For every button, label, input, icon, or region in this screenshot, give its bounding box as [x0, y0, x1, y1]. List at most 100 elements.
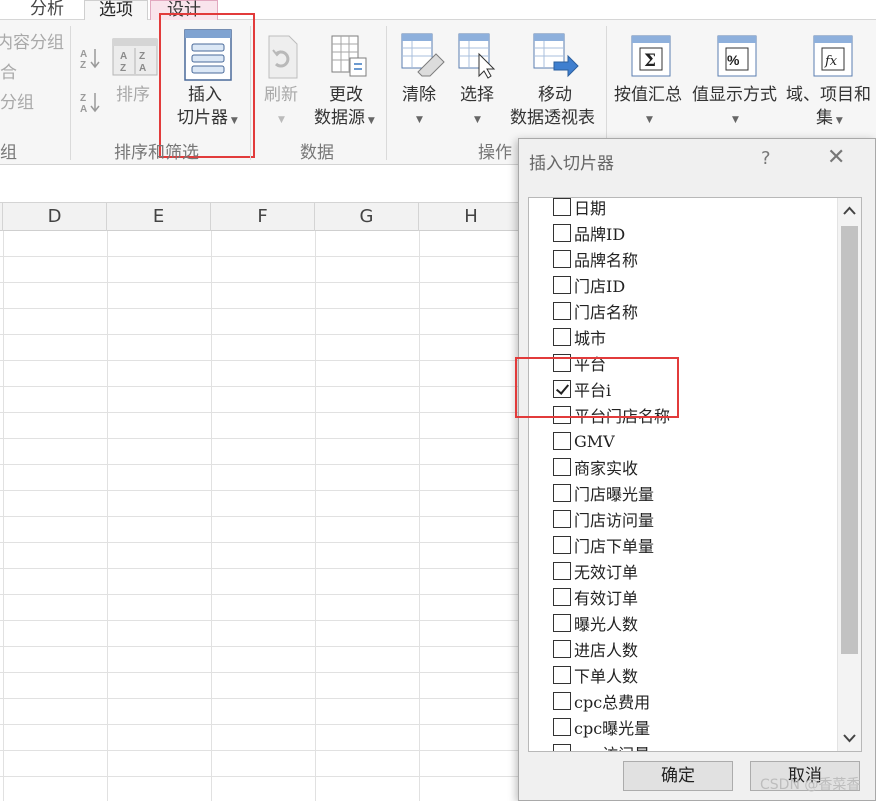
- checkbox[interactable]: [553, 302, 571, 320]
- checkbox[interactable]: [553, 744, 571, 751]
- scroll-down-icon[interactable]: [838, 727, 861, 749]
- fields-items-sets-label-1[interactable]: 域、项目和: [786, 84, 871, 107]
- checkbox[interactable]: [553, 432, 571, 450]
- field-item[interactable]: 商家实收: [553, 454, 638, 480]
- field-item[interactable]: 城市: [553, 324, 606, 350]
- checkbox[interactable]: [553, 484, 571, 502]
- checkbox[interactable]: [553, 614, 571, 632]
- ok-button[interactable]: 确定: [623, 761, 733, 791]
- field-item[interactable]: 门店ID: [553, 272, 625, 298]
- worksheet-grid[interactable]: [0, 231, 520, 801]
- field-label: 曝光人数: [574, 615, 639, 634]
- checkbox[interactable]: [553, 718, 571, 736]
- checkbox[interactable]: [553, 250, 571, 268]
- column-header-e[interactable]: E: [107, 203, 211, 231]
- field-item[interactable]: 门店名称: [553, 298, 638, 324]
- checkbox[interactable]: [553, 536, 571, 554]
- column-header-h[interactable]: H: [419, 203, 523, 231]
- field-item[interactable]: GMV: [553, 428, 615, 454]
- svg-text:Z: Z: [139, 51, 145, 62]
- clear-button-label[interactable]: 清除: [402, 84, 436, 107]
- ungroup-button[interactable]: 分组: [0, 92, 34, 115]
- svg-text:%: %: [727, 52, 740, 68]
- tab-analyze[interactable]: 分析: [18, 0, 76, 21]
- dialog-title: 插入切片器: [529, 154, 614, 174]
- checkbox[interactable]: [553, 458, 571, 476]
- checkbox[interactable]: [553, 510, 571, 528]
- checkbox[interactable]: [553, 224, 571, 242]
- checkbox[interactable]: [553, 692, 571, 710]
- scroll-up-icon[interactable]: [838, 200, 861, 222]
- field-item[interactable]: 曝光人数: [553, 610, 638, 636]
- field-item[interactable]: 门店下单量: [553, 532, 654, 558]
- field-item[interactable]: 日期: [553, 198, 606, 220]
- ribbon-tab-bar: 分析 选项 设计: [0, 0, 876, 21]
- svg-text:fx: fx: [824, 54, 838, 69]
- group-selection-button[interactable]: 合: [0, 62, 17, 85]
- field-label: 品牌ID: [574, 225, 626, 244]
- select-icon[interactable]: [457, 32, 499, 80]
- change-source-label-1[interactable]: 更改: [329, 84, 363, 107]
- checkbox[interactable]: [553, 198, 571, 216]
- field-item[interactable]: cpc曝光量: [553, 714, 650, 740]
- field-item[interactable]: 无效订单: [553, 558, 638, 584]
- change-data-source-icon[interactable]: [330, 34, 368, 80]
- tab-options[interactable]: 选项: [84, 0, 148, 21]
- field-item[interactable]: 品牌ID: [553, 220, 625, 246]
- dropdown-caret-icon: ▼: [416, 115, 423, 125]
- clear-icon[interactable]: [400, 32, 446, 80]
- insert-slicer-dialog: 插入切片器 ? ✕ 日期 品牌ID 品牌名称 门店ID 门店名称 城市 平台 平台i 平台门店名…: [518, 138, 876, 801]
- help-icon[interactable]: ?: [761, 148, 771, 169]
- sort-button-label[interactable]: 排序: [116, 84, 150, 107]
- summarize-values-icon[interactable]: Σ: [630, 34, 672, 78]
- group-divider: [250, 26, 251, 160]
- field-item[interactable]: cpc总费用: [553, 688, 650, 714]
- group-label-actions: 操作: [478, 143, 512, 163]
- fields-items-sets-icon[interactable]: fx: [812, 34, 854, 78]
- move-pivottable-icon[interactable]: [532, 32, 580, 80]
- refresh-button-label[interactable]: 刷新: [264, 84, 298, 107]
- field-list: 日期 品牌ID 品牌名称 门店ID 门店名称 城市 平台 平台i 平台门店名称 GMV 商家实收 门店…: [528, 197, 862, 752]
- column-header-f[interactable]: F: [211, 203, 315, 231]
- scroll-thumb[interactable]: [841, 226, 858, 654]
- field-item[interactable]: 有效订单: [553, 584, 638, 610]
- field-item[interactable]: 品牌名称: [553, 246, 638, 272]
- checkbox[interactable]: [553, 640, 571, 658]
- move-pivottable-label-1[interactable]: 移动: [538, 84, 572, 107]
- column-header-g[interactable]: G: [315, 203, 419, 231]
- field-label: 门店名称: [574, 303, 639, 322]
- sort-descending-icon[interactable]: Z A: [80, 90, 104, 114]
- field-item[interactable]: cpc访问量: [553, 740, 650, 751]
- select-button-label[interactable]: 选择: [460, 84, 494, 107]
- checkbox[interactable]: [553, 328, 571, 346]
- scrollbar[interactable]: [837, 198, 861, 751]
- field-label: 进店人数: [574, 641, 639, 660]
- checkbox[interactable]: [553, 666, 571, 684]
- checkbox[interactable]: [553, 562, 571, 580]
- highlight-box-selected-field: [515, 357, 679, 418]
- formula-bar-area: [0, 166, 520, 202]
- group-by-content-button[interactable]: 内容分组: [0, 32, 64, 55]
- checkbox[interactable]: [553, 276, 571, 294]
- field-label: 无效订单: [574, 563, 639, 582]
- field-label: 门店曝光量: [574, 485, 655, 504]
- show-values-as-label[interactable]: 值显示方式: [692, 84, 777, 107]
- field-item[interactable]: 门店访问量: [553, 506, 654, 532]
- refresh-icon[interactable]: [266, 34, 300, 80]
- column-header-d[interactable]: D: [3, 203, 107, 231]
- field-item[interactable]: 下单人数: [553, 662, 638, 688]
- close-icon[interactable]: ✕: [827, 147, 845, 169]
- field-item[interactable]: 进店人数: [553, 636, 638, 662]
- summarize-values-label[interactable]: 按值汇总: [614, 84, 682, 107]
- checkbox[interactable]: [553, 588, 571, 606]
- move-pivottable-label-2[interactable]: 数据透视表: [510, 107, 595, 130]
- field-item[interactable]: 门店曝光量: [553, 480, 654, 506]
- show-values-as-icon[interactable]: %: [716, 34, 758, 78]
- svg-text:A: A: [80, 49, 87, 60]
- sort-ascending-icon[interactable]: A Z: [80, 46, 104, 70]
- change-data-source-button[interactable]: 数据源 ▼: [314, 107, 375, 133]
- highlight-box-insert-slicer: [159, 13, 255, 158]
- sort-dialog-icon[interactable]: A Z Z A: [112, 38, 158, 76]
- watermark: CSDN @香菜香: [760, 777, 861, 793]
- fields-items-sets-button[interactable]: 集 ▼: [816, 107, 843, 133]
